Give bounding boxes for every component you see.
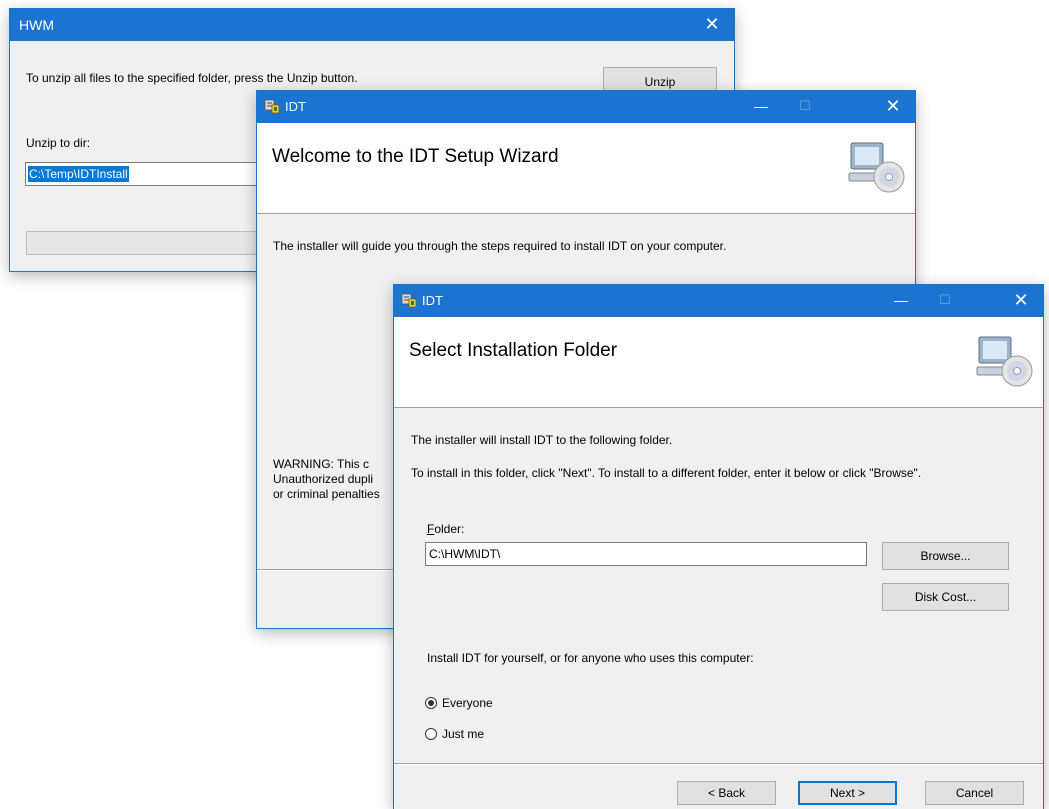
folder-path-input[interactable]: C:\HWM\IDT\ <box>425 542 867 566</box>
computer-cd-icon <box>976 336 1033 387</box>
radio-everyone-label: Everyone <box>442 696 493 710</box>
radio-just-me-label: Just me <box>442 727 485 741</box>
select-folder-window: IDT — ☐ ✕ Select Installation Folder The… <box>393 284 1044 809</box>
radio-option-everyone[interactable]: Everyone <box>425 695 545 711</box>
close-icon[interactable]: ✕ <box>690 9 734 39</box>
welcome-body-text: The installer will guide you through the… <box>273 239 727 253</box>
browse-button[interactable]: Browse... <box>882 542 1009 570</box>
next-button[interactable]: Next > <box>798 781 897 805</box>
install-location-instruction: To install in this folder, click "Next".… <box>411 466 922 480</box>
folder-header-divider <box>394 407 1043 408</box>
close-icon[interactable]: ✕ <box>999 285 1043 315</box>
welcome-header: Welcome to the IDT Setup Wizard <box>257 123 915 213</box>
hwm-instruction-text: To unzip all files to the specified fold… <box>26 71 358 85</box>
welcome-titlebar[interactable]: IDT — ☐ ✕ <box>257 91 915 123</box>
unzip-dir-input[interactable]: C:\Temp\IDTInstall <box>25 162 265 186</box>
minimize-icon[interactable]: — <box>879 285 923 315</box>
close-icon[interactable]: ✕ <box>871 91 915 121</box>
warning-text-line-1: WARNING: This c <box>273 457 370 471</box>
maximize-icon[interactable]: ☐ <box>923 285 967 315</box>
computer-cd-icon <box>848 142 905 193</box>
radio-selected-dot <box>428 700 434 706</box>
unzip-dir-value: C:\Temp\IDTInstall <box>28 166 129 182</box>
folder-label-text: older: <box>434 522 465 536</box>
maximize-icon[interactable]: ☐ <box>783 91 827 121</box>
radio-option-just-me[interactable]: Just me <box>425 726 545 742</box>
installer-app-icon <box>401 293 417 308</box>
minimize-icon[interactable]: — <box>739 91 783 121</box>
radio-just-me[interactable] <box>425 728 437 740</box>
hwm-titlebar[interactable]: HWM ✕ <box>10 9 734 41</box>
welcome-window-title: IDT <box>285 99 306 114</box>
warning-text-line-2: Unauthorized dupli <box>273 472 374 486</box>
install-for-label: Install IDT for yourself, or for anyone … <box>427 651 754 665</box>
folder-header: Select Installation Folder <box>394 317 1043 407</box>
welcome-header-divider <box>257 213 915 214</box>
radio-everyone[interactable] <box>425 697 437 709</box>
back-button[interactable]: < Back <box>677 781 776 805</box>
folder-window-title: IDT <box>422 293 443 308</box>
warning-text-line-3: or criminal penalties <box>273 487 380 501</box>
unzip-progress-bar <box>26 231 266 255</box>
installer-app-icon <box>264 99 280 114</box>
disk-cost-button[interactable]: Disk Cost... <box>882 583 1009 611</box>
folder-label: Folder: <box>427 522 464 536</box>
unzip-dir-label: Unzip to dir: <box>26 136 91 150</box>
folder-heading: Select Installation Folder <box>409 340 618 361</box>
hwm-window-title: HWM <box>19 17 54 33</box>
folder-titlebar[interactable]: IDT — ☐ ✕ <box>394 285 1043 317</box>
cancel-button[interactable]: Cancel <box>925 781 1024 805</box>
folder-footer-divider-highlight <box>394 764 1043 765</box>
folder-path-value: C:\HWM\IDT\ <box>429 547 501 561</box>
install-location-intro: The installer will install IDT to the fo… <box>411 433 673 447</box>
welcome-heading: Welcome to the IDT Setup Wizard <box>272 146 559 167</box>
